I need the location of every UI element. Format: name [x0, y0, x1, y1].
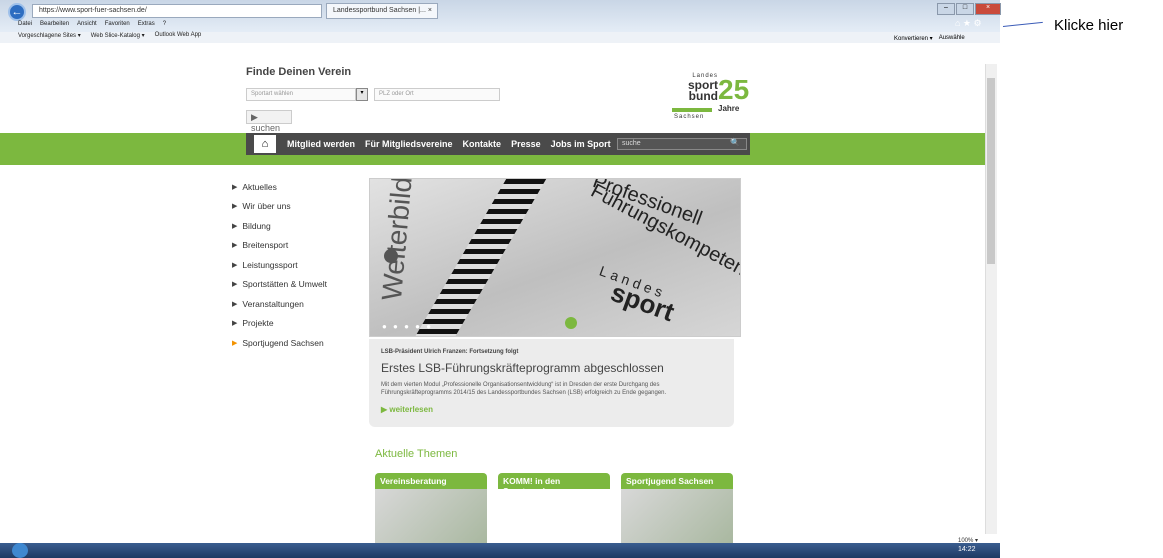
image-slider[interactable]: Weiterbildu Professionell Führungskompet…: [369, 178, 741, 337]
slide-text-weiterbildung: Weiterbildu: [376, 178, 420, 302]
news-teaser: LSB-Präsident Ulrich Franzen: Fortsetzun…: [369, 339, 734, 427]
menu-help[interactable]: ?: [163, 21, 166, 30]
menu-favoriten[interactable]: Favoriten: [105, 21, 130, 30]
news-title[interactable]: Erstes LSB-Führungskräfteprogramm abgesc…: [381, 361, 722, 375]
nav-mitgliedsvereine[interactable]: Für Mitgliedsvereine: [365, 139, 453, 149]
sidebar-item-label: Bildung: [242, 220, 271, 231]
themen-title: Aktuelle Themen: [375, 448, 458, 460]
sidebar-item-aktuelles[interactable]: ▶ Aktuelles: [232, 177, 362, 197]
fav-vorgeschlagene[interactable]: Vorgeschlagene Sites ▾: [18, 32, 81, 43]
logo[interactable]: Landes sport bund: [672, 72, 718, 102]
news-text: Mit dem vierten Modul „Professionelle Or…: [381, 382, 667, 396]
suchen-button[interactable]: ▶ suchen: [246, 110, 292, 133]
sidebar: ▶ Aktuelles ▶ Wir über uns ▶ Bildung ▶ Breit…: [232, 177, 362, 353]
sidebar-item-sportjugend[interactable]: ▶ Sportjugend Sachsen: [232, 333, 362, 353]
sidebar-item-label: Sportstätten & Umwelt: [242, 279, 327, 290]
triangle-icon: ▶: [232, 320, 238, 328]
search-title: Finde Deinen Verein: [246, 66, 352, 78]
sidebar-item-label: Aktuelles: [242, 181, 277, 192]
browser-tab[interactable]: Landessportbund Sachsen |... ×: [326, 3, 438, 19]
card-image: [498, 489, 610, 543]
clock: 14:22: [958, 546, 976, 553]
slide-green-dot: [565, 317, 577, 329]
sidebar-item-wir-ueber-uns[interactable]: ▶ Wir über uns: [232, 197, 362, 217]
address-bar[interactable]: https://www.sport-fuer-sachsen.de/: [32, 4, 322, 18]
triangle-icon: ▶: [232, 242, 238, 250]
callout-arrow: [1002, 21, 1043, 27]
logo-number: 25: [718, 74, 750, 105]
sportart-select[interactable]: Sportart wählen: [246, 88, 356, 101]
sidebar-item-label: Projekte: [242, 318, 274, 329]
sidebar-item-veranstaltungen[interactable]: ▶ Veranstaltungen: [232, 294, 362, 314]
sidebar-item-breitensport[interactable]: ▶ Breitensport: [232, 236, 362, 256]
taskbar: [0, 543, 1000, 558]
auswaehlen-button[interactable]: Auswähle: [939, 35, 965, 42]
plz-input[interactable]: PLZ oder Ort: [374, 88, 500, 101]
chevron-down-icon[interactable]: ▾: [356, 88, 368, 101]
triangle-icon: ▶: [232, 281, 238, 289]
nav-mitglied[interactable]: Mitglied werden: [287, 139, 355, 149]
triangle-icon: ▶: [232, 339, 238, 347]
maximize-button[interactable]: □: [956, 3, 974, 15]
logo-jahre: Jahre: [718, 104, 740, 113]
card-title: Vereinsberatung: [375, 473, 487, 489]
sidebar-item-label: Sportjugend Sachsen: [242, 337, 324, 348]
logo-line3: bund: [688, 89, 718, 103]
triangle-icon: ▶: [232, 203, 238, 211]
card-vereinsberatung[interactable]: Vereinsberatung: [375, 473, 487, 543]
card-image: [375, 489, 487, 543]
callout-label: Klicke hier: [1054, 17, 1124, 34]
slider-prev-button[interactable]: [384, 249, 398, 263]
menu-bar: Datei Bearbeiten Ansicht Favoriten Extra…: [0, 21, 1000, 30]
triangle-icon: ▶: [232, 183, 238, 191]
logo-bar: [672, 108, 712, 112]
triangle-icon: ▶: [232, 300, 238, 308]
slider-dots[interactable]: ● ● ● ● ●: [382, 322, 433, 331]
sidebar-item-projekte[interactable]: ▶ Projekte: [232, 314, 362, 334]
card-komm[interactable]: KOMM! in den Sportverein: [498, 473, 610, 543]
window-controls: – □ ×: [937, 3, 1001, 15]
weiterlesen-link[interactable]: ▶ weiterlesen: [381, 405, 722, 414]
nav-presse[interactable]: Presse: [511, 139, 541, 149]
news-kicker: LSB-Präsident Ulrich Franzen: Fortsetzun…: [381, 349, 519, 355]
scrollbar-thumb[interactable]: [987, 78, 995, 264]
slide-binding: [413, 179, 547, 336]
nav-items: Mitglied werden Für Mitgliedsvereine Kon…: [287, 139, 611, 149]
toolbar-right: Konvertieren ▾ Auswähle: [894, 35, 965, 42]
menu-extras[interactable]: Extras: [138, 21, 155, 30]
menu-ansicht[interactable]: Ansicht: [77, 21, 97, 30]
sidebar-item-label: Leistungssport: [242, 259, 298, 270]
nav-kontakte[interactable]: Kontakte: [463, 139, 502, 149]
card-sportjugend[interactable]: Sportjugend Sachsen: [621, 473, 733, 543]
sidebar-item-leistungssport[interactable]: ▶ Leistungssport: [232, 255, 362, 275]
start-button[interactable]: [12, 543, 28, 558]
close-button[interactable]: ×: [975, 3, 1001, 15]
sidebar-item-sportstaetten[interactable]: ▶ Sportstätten & Umwelt: [232, 275, 362, 295]
back-button[interactable]: ←: [8, 3, 26, 21]
card-title: KOMM! in den Sportverein: [498, 473, 610, 496]
triangle-icon: ▶: [232, 261, 238, 269]
menu-bearbeiten[interactable]: Bearbeiten: [40, 21, 69, 30]
fav-webslice[interactable]: Web Slice-Katalog ▾: [91, 32, 145, 43]
card-title: Sportjugend Sachsen: [621, 473, 733, 489]
konvertieren-button[interactable]: Konvertieren ▾: [894, 35, 933, 42]
triangle-icon: ▶: [232, 222, 238, 230]
minimize-button[interactable]: –: [937, 3, 955, 15]
logo-line4: Sachsen: [674, 114, 705, 120]
fav-outlook[interactable]: Outlook Web App: [155, 32, 202, 43]
sidebar-item-bildung[interactable]: ▶ Bildung: [232, 216, 362, 236]
sidebar-item-label: Wir über uns: [242, 201, 291, 212]
home-icon[interactable]: ⌂: [254, 135, 276, 153]
card-image: [621, 489, 733, 543]
site-search-input[interactable]: suche: [617, 138, 747, 150]
menu-datei[interactable]: Datei: [18, 21, 32, 30]
search-icon[interactable]: 🔍: [730, 138, 740, 147]
sidebar-item-label: Veranstaltungen: [242, 298, 304, 309]
favorites-bar: Vorgeschlagene Sites ▾ Web Slice-Katalog…: [0, 32, 1000, 43]
nav-jobs[interactable]: Jobs im Sport: [551, 139, 611, 149]
sidebar-item-label: Breitensport: [242, 240, 289, 251]
